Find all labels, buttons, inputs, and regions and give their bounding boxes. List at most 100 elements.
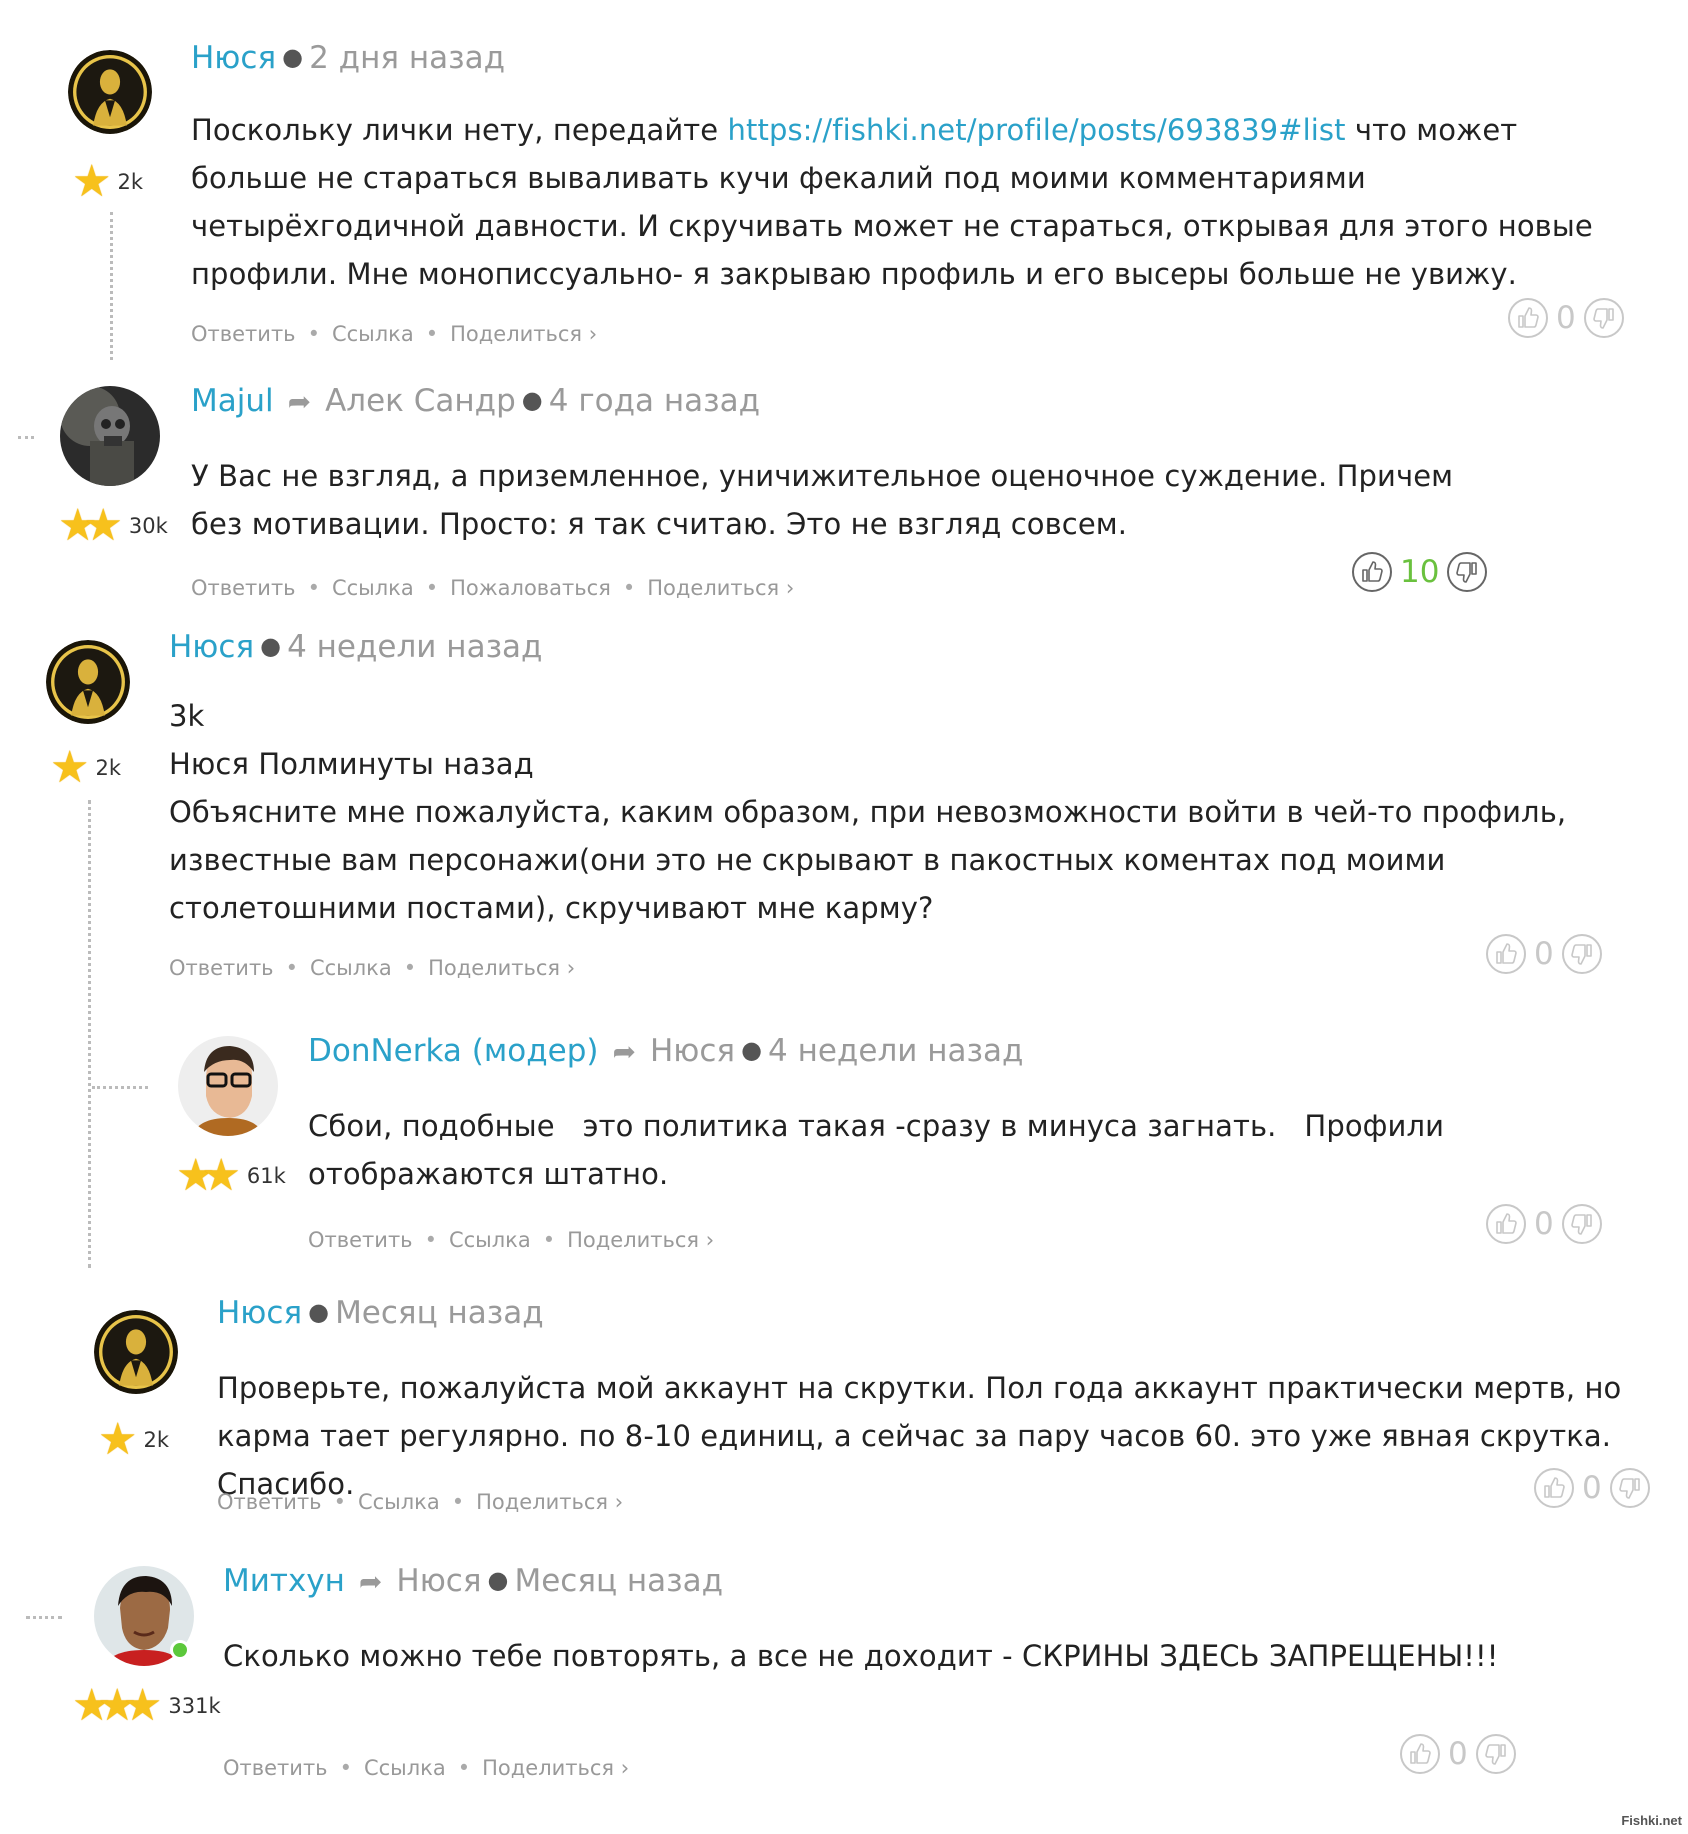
- thumbs-down-icon[interactable]: [1561, 934, 1602, 974]
- separator-dot: ●: [308, 1298, 330, 1326]
- link-button[interactable]: Ссылка: [449, 1228, 531, 1252]
- user-avatar[interactable]: [46, 640, 130, 724]
- author-link[interactable]: Митхун: [223, 1563, 345, 1599]
- thumbs-down-icon[interactable]: [1583, 298, 1624, 338]
- thumbs-down-icon[interactable]: [1447, 552, 1488, 592]
- share-button[interactable]: Поделиться ›: [428, 956, 575, 980]
- link-button[interactable]: Ссылка: [332, 576, 414, 600]
- star-icon: ★: [50, 742, 90, 793]
- comment-text: Объясните мне пожалуйста, каким образом,…: [169, 795, 1567, 925]
- link-button[interactable]: Ссылка: [332, 322, 414, 346]
- comment-time[interactable]: Месяц назад: [335, 1295, 544, 1331]
- comment-meta: Нюся ● 4 недели назад: [169, 626, 542, 667]
- user-avatar[interactable]: [94, 1310, 178, 1394]
- author-link[interactable]: Нюся: [217, 1295, 302, 1331]
- star-icon: ★: [72, 156, 112, 207]
- reply-button[interactable]: Ответить: [169, 956, 274, 980]
- thread-line: [110, 212, 113, 360]
- thumbs-up-icon[interactable]: [1486, 934, 1526, 974]
- link-button[interactable]: Ссылка: [358, 1490, 440, 1514]
- thread-dots: [92, 1086, 148, 1089]
- link-button[interactable]: Ссылка: [310, 956, 392, 980]
- online-status-icon: [170, 1640, 190, 1660]
- reply-arrow-icon: ➦: [358, 1565, 383, 1598]
- comment-actions: Ответить • Ссылка • Поделиться ›: [223, 1756, 630, 1780]
- separator-dot: ●: [521, 386, 543, 414]
- reply-button[interactable]: Ответить: [308, 1228, 413, 1252]
- comment-meta: Митхун ➦ Нюся ● Месяц назад: [223, 1560, 723, 1602]
- quoted-header: Нюся Полминуты назад: [169, 747, 534, 781]
- comment-actions: Ответить • Ссылка • Поделиться ›: [169, 956, 576, 980]
- reply-to-user[interactable]: Нюся: [650, 1033, 735, 1069]
- separator-dot: ●: [260, 632, 282, 660]
- comment-body: 3k Нюся Полминуты назад Объясните мне по…: [169, 692, 1629, 932]
- share-button[interactable]: Поделиться ›: [482, 1756, 629, 1780]
- thread-line: [88, 800, 91, 1268]
- comment-time[interactable]: 4 года назад: [549, 383, 760, 419]
- comment-actions: Ответить • Ссылка • Поделиться ›: [191, 322, 598, 346]
- vote-box: 10: [1352, 552, 1488, 592]
- thumbs-up-icon[interactable]: [1486, 1204, 1526, 1244]
- vote-count: 0: [1556, 300, 1576, 336]
- thumbs-down-icon[interactable]: [1475, 1734, 1516, 1774]
- star-icon: ★: [98, 1414, 138, 1465]
- reply-arrow-icon: ➦: [612, 1035, 636, 1068]
- vote-box: 0: [1508, 298, 1624, 338]
- vote-box: 0: [1486, 934, 1602, 974]
- karma-value: 2k: [143, 1428, 169, 1452]
- thumbs-up-icon[interactable]: [1508, 298, 1548, 338]
- thumbs-up-icon[interactable]: [1400, 1734, 1440, 1774]
- user-avatar[interactable]: [68, 50, 152, 134]
- user-avatar[interactable]: [60, 386, 160, 486]
- karma-value: 30k: [128, 514, 168, 538]
- comment-body: Проверьте, пожалуйста мой аккаунт на скр…: [217, 1371, 1622, 1501]
- thumbs-up-icon[interactable]: [1534, 1468, 1574, 1508]
- author-link[interactable]: Нюся: [191, 40, 276, 76]
- reply-button[interactable]: Ответить: [223, 1756, 328, 1780]
- user-avatar[interactable]: [178, 1036, 278, 1136]
- star-icon: ★: [83, 500, 123, 551]
- star-icon: ★: [201, 1150, 241, 1201]
- user-rating: ★ ★ 61k: [176, 1154, 286, 1198]
- reply-button[interactable]: Ответить: [191, 322, 296, 346]
- user-rating: ★ 2k: [72, 160, 143, 204]
- reply-arrow-icon: ➦: [287, 385, 312, 418]
- profile-link[interactable]: https://fishki.net/profile/posts/693839#…: [728, 113, 1346, 147]
- user-rating: ★ 2k: [98, 1418, 169, 1462]
- report-button[interactable]: Пожаловаться: [450, 576, 611, 600]
- reply-button[interactable]: Ответить: [217, 1490, 322, 1514]
- reply-button[interactable]: Ответить: [191, 576, 296, 600]
- comment-time[interactable]: 4 недели назад: [287, 629, 542, 665]
- reply-to-user[interactable]: Нюся: [396, 1563, 481, 1599]
- share-button[interactable]: Поделиться ›: [647, 576, 794, 600]
- karma-value: 2k: [95, 756, 121, 780]
- comment-time[interactable]: 4 недели назад: [768, 1033, 1023, 1069]
- thread-dots: [18, 436, 34, 439]
- karma-value: 2k: [117, 170, 143, 194]
- share-button[interactable]: Поделиться ›: [567, 1228, 714, 1252]
- author-link[interactable]: Majul: [191, 383, 274, 419]
- comment-actions: Ответить • Ссылка • Пожаловаться • Поделиться …: [191, 576, 795, 600]
- thumbs-up-icon[interactable]: [1352, 552, 1392, 592]
- share-button[interactable]: Поделиться ›: [450, 322, 597, 346]
- vote-count: 0: [1534, 936, 1554, 972]
- comment-meta: Majul ➦ Алек Сандр ● 4 года назад: [191, 380, 760, 422]
- link-button[interactable]: Ссылка: [364, 1756, 446, 1780]
- share-button[interactable]: Поделиться ›: [476, 1490, 623, 1514]
- vote-box: 0: [1486, 1204, 1602, 1244]
- vote-box: 0: [1400, 1734, 1516, 1774]
- user-rating: ★ ★ 30k: [58, 504, 168, 548]
- karma-value: 331k: [168, 1694, 221, 1718]
- thumbs-down-icon[interactable]: [1561, 1204, 1602, 1244]
- separator-dot: ●: [487, 1566, 509, 1594]
- thumbs-down-icon[interactable]: [1609, 1468, 1650, 1508]
- comment-time[interactable]: 2 дня назад: [309, 40, 505, 76]
- user-rating: ★ 2k: [50, 746, 121, 790]
- author-link[interactable]: DonNerka (модер): [308, 1033, 598, 1069]
- author-link[interactable]: Нюся: [169, 629, 254, 665]
- star-icon: ★: [122, 1680, 163, 1731]
- separator-dot: ●: [741, 1036, 763, 1064]
- reply-to-user[interactable]: Алек Сандр: [325, 383, 516, 419]
- comment-meta: Нюся ● 2 дня назад: [191, 37, 505, 78]
- comment-time[interactable]: Месяц назад: [514, 1563, 723, 1599]
